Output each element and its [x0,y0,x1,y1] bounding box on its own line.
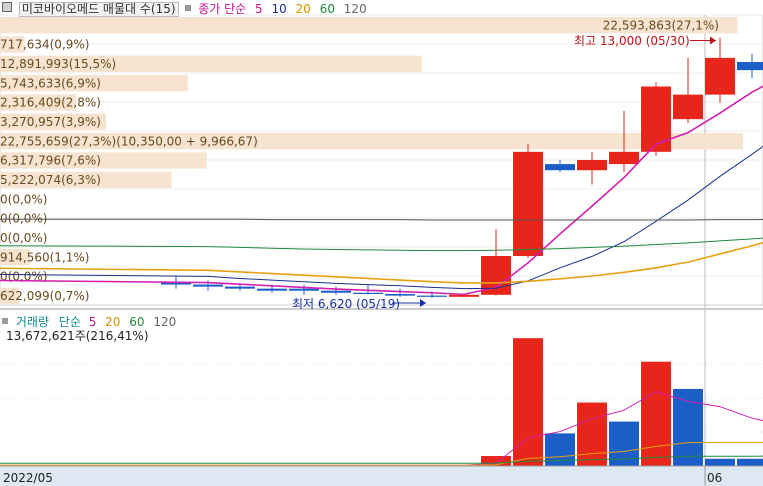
x-axis: 2022/05 06 [0,465,763,486]
volume-profile-label: 22,593,863(27,1%) [603,18,719,32]
candle-body [673,94,703,120]
x-tick-label-jun: 06 [707,471,722,485]
candle-body [353,292,383,294]
volume-profile-label: 0(0,0%) [0,192,47,206]
candle-body [417,295,447,297]
volume-profile-label: 914,560(1,1%) [0,250,89,264]
volume-profile-label: 5,743,633(6,9%) [0,76,101,90]
volume-profile-label: 0(0,0%) [0,212,47,226]
volume-profile-label: 0(0,0%) [0,231,47,245]
chart-window: 미코바이오메드 매물대 수(15) 종가 단순 5 10 20 60 120 거… [0,0,763,486]
candle-body [705,57,735,95]
volume-bar [641,361,671,466]
high-price-label: 최고 13,000 (05/30) [574,34,690,49]
volume-profile-label: 717,634(0,9%) [0,38,89,52]
volume-profile-label: 22,755,659(27,3%)(10,350,00 + 9,966,67) [0,134,258,148]
low-price-label: 최저 6,620 (05/19) [292,297,401,312]
candle-body [641,86,671,152]
high-arrow-head [710,36,716,45]
volume-profile-label: 6,317,796(7,6%) [0,154,101,168]
candle-body [513,151,543,256]
ma-20-line [0,241,763,284]
volume-bar [673,388,703,466]
volume-profile-label: 622,099(0,7%) [0,289,89,303]
candle-body [193,284,223,287]
volume-bars [161,338,763,467]
candle-body [257,288,287,291]
volume-bar [737,458,763,466]
volume-profile-label: 12,891,993(15,5%) [0,57,116,71]
candle-body [545,164,575,171]
volume-profile-label: 2,316,409(2,8%) [0,96,101,110]
volume-profile-label: 3,270,957(3,9%) [0,115,101,129]
chart-canvas[interactable]: 22,593,863(27,1%) 717,634(0,9%) 12,891,993… [0,0,763,486]
candle-body [321,290,351,293]
candlesticks [161,37,763,299]
candle-body [609,151,639,165]
x-axis-band [0,466,763,486]
candle-body [289,288,319,291]
candle-body [577,160,607,171]
volume-bar [705,458,735,466]
volume-bar [577,402,607,466]
x-tick-label-may: 2022/05 [3,471,53,485]
low-arrow-head [420,299,426,308]
candle-body [737,61,763,71]
candle-body [225,286,255,289]
volume-profile-label: 5,222,074(6,3%) [0,173,101,187]
